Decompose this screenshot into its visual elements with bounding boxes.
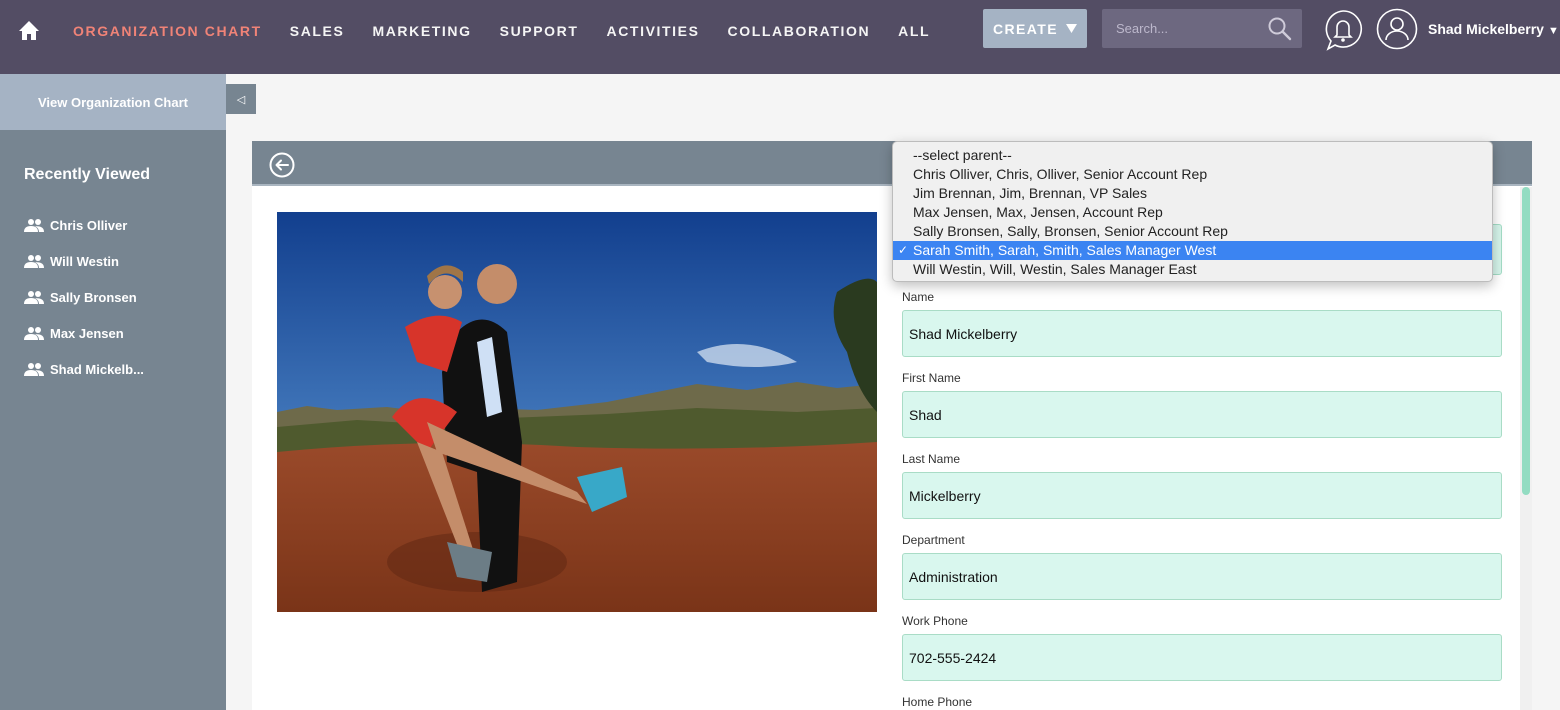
option-label: Chris Olliver, Chris, Olliver, Senior Ac… (913, 166, 1208, 182)
first-name-label: First Name (902, 371, 961, 385)
user-avatar-icon[interactable] (1376, 8, 1418, 50)
option-label: Will Westin, Will, Westin, Sales Manager… (913, 261, 1197, 277)
sidebar-collapse-icon[interactable]: ◁ (226, 84, 256, 114)
home-icon[interactable] (16, 18, 42, 44)
dropdown-option[interactable]: Max Jensen, Max, Jensen, Account Rep (893, 203, 1492, 222)
recent-item-label: Sally Bronsen (50, 289, 137, 305)
create-button-label: CREATE (993, 20, 1058, 37)
people-icon (24, 327, 44, 340)
recent-item-will-westin[interactable]: Will Westin (24, 243, 144, 279)
caret-down-icon (1065, 24, 1077, 33)
dropdown-option[interactable]: Will Westin, Will, Westin, Sales Manager… (893, 260, 1492, 279)
option-label: --select parent-- (913, 147, 1012, 163)
nav-item-activities[interactable]: ACTIVITIES (607, 22, 700, 40)
name-field[interactable] (902, 310, 1502, 357)
notifications-bell-icon[interactable] (1323, 9, 1363, 51)
people-icon (24, 219, 44, 232)
first-name-field[interactable] (902, 391, 1502, 438)
recent-item-label: Shad Mickelb... (50, 361, 144, 377)
scrollbar-thumb[interactable] (1522, 187, 1530, 495)
main-menu: ORGANIZATION CHART SALES MARKETING SUPPO… (73, 22, 930, 40)
recent-item-label: Will Westin (50, 253, 119, 269)
recently-viewed-heading: Recently Viewed (24, 166, 150, 183)
option-label: Max Jensen, Max, Jensen, Account Rep (913, 204, 1163, 220)
people-icon (24, 255, 44, 268)
view-organization-chart-link[interactable]: View Organization Chart (0, 74, 226, 130)
name-label: Name (902, 290, 935, 304)
recent-item-sally-bronsen[interactable]: Sally Bronsen (24, 279, 144, 315)
recent-item-label: Chris Olliver (50, 217, 128, 233)
first-name-field-group: First Name (902, 371, 1502, 438)
dropdown-option[interactable]: Sally Bronsen, Sally, Bronsen, Senior Ac… (893, 222, 1492, 241)
option-label: Sarah Smith, Sarah, Smith, Sales Manager… (913, 242, 1217, 258)
employee-photo (277, 212, 877, 612)
parent-select-dropdown: --select parent-- Chris Olliver, Chris, … (892, 141, 1493, 282)
recent-item-chris-olliver[interactable]: Chris Olliver (24, 207, 144, 243)
form-scrollbar[interactable] (1520, 187, 1532, 710)
department-field[interactable] (902, 553, 1502, 600)
search-box (1102, 9, 1302, 48)
option-label: Sally Bronsen, Sally, Bronsen, Senior Ac… (913, 223, 1228, 239)
dropdown-option[interactable]: Chris Olliver, Chris, Olliver, Senior Ac… (893, 165, 1492, 184)
nav-item-collaboration[interactable]: COLLABORATION (728, 22, 871, 40)
back-arrow-icon[interactable] (269, 152, 295, 178)
last-name-label: Last Name (902, 452, 961, 466)
last-name-field-group: Last Name (902, 452, 1502, 519)
top-navigation-bar: ORGANIZATION CHART SALES MARKETING SUPPO… (0, 0, 1560, 74)
name-field-group: Name (902, 290, 1502, 357)
create-button[interactable]: CREATE (983, 9, 1087, 48)
dropdown-option[interactable]: --select parent-- (893, 146, 1492, 165)
nav-item-marketing[interactable]: MARKETING (372, 22, 471, 40)
search-input[interactable] (1102, 9, 1262, 48)
recently-viewed-list: Chris Olliver Will Westin Sally Bronsen … (24, 207, 144, 387)
checkmark-icon: ✓ (898, 243, 909, 257)
home-phone-label: Home Phone (902, 695, 973, 709)
home-phone-field-group: Home Phone (902, 695, 1502, 710)
people-icon (24, 363, 44, 376)
people-icon (24, 291, 44, 304)
nav-item-organization-chart[interactable]: ORGANIZATION CHART (73, 22, 262, 40)
recent-item-max-jensen[interactable]: Max Jensen (24, 315, 144, 351)
recent-item-label: Max Jensen (50, 325, 124, 341)
last-name-field[interactable] (902, 472, 1502, 519)
option-label: Jim Brennan, Jim, Brennan, VP Sales (913, 185, 1147, 201)
dropdown-option[interactable]: Jim Brennan, Jim, Brennan, VP Sales (893, 184, 1492, 203)
user-caret-down-icon[interactable]: ▼ (1548, 25, 1559, 37)
department-label: Department (902, 533, 965, 547)
search-icon[interactable] (1267, 16, 1293, 42)
nav-item-all[interactable]: ALL (898, 22, 930, 40)
dropdown-option-selected[interactable]: ✓ Sarah Smith, Sarah, Smith, Sales Manage… (893, 241, 1492, 260)
recent-item-shad-mickelberry[interactable]: Shad Mickelb... (24, 351, 144, 387)
user-name-menu[interactable]: Shad Mickelberry (1428, 21, 1544, 37)
sidebar: View Organization Chart Recently Viewed … (0, 74, 226, 710)
work-phone-field[interactable] (902, 634, 1502, 681)
nav-item-support[interactable]: SUPPORT (500, 22, 579, 40)
nav-item-sales[interactable]: SALES (290, 22, 345, 40)
work-phone-label: Work Phone (902, 614, 968, 628)
work-phone-field-group: Work Phone (902, 614, 1502, 681)
department-field-group: Department (902, 533, 1502, 600)
